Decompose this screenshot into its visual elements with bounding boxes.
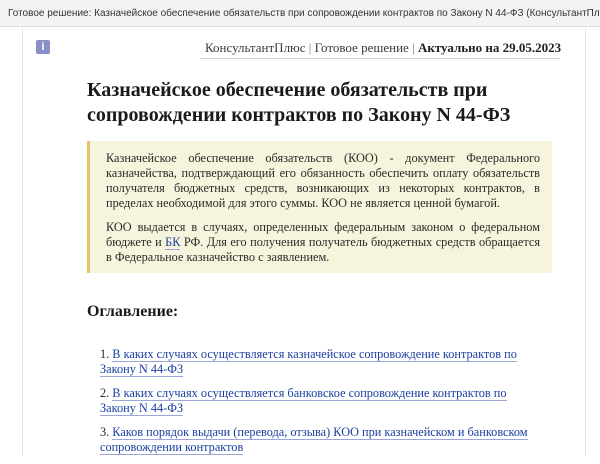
header-separator: | bbox=[412, 40, 415, 55]
bk-link[interactable]: БК bbox=[165, 235, 181, 250]
summary-paragraph-2: КОО выдается в случаях, определенных фед… bbox=[106, 220, 540, 265]
summary-box: Казначейское обеспечение обязательств (К… bbox=[87, 141, 552, 273]
table-of-contents: 1. В каких случаях осуществляется казнач… bbox=[100, 347, 540, 464]
toc-item-number: 1. bbox=[100, 347, 113, 361]
toc-item: 1. В каких случаях осуществляется казнач… bbox=[100, 347, 540, 377]
toc-item-number: 2. bbox=[100, 386, 113, 400]
summary-paragraph-1: Казначейское обеспечение обязательств (К… bbox=[106, 151, 540, 210]
toc-item-link[interactable]: В каких случаях осуществляется казначейс… bbox=[100, 347, 517, 377]
window-title: Готовое решение: Казначейское обеспечени… bbox=[8, 8, 600, 19]
toc-item-number: 3. bbox=[100, 425, 113, 439]
source-label: КонсультантПлюс bbox=[205, 40, 306, 55]
header-divider bbox=[200, 58, 560, 59]
toc-title: Оглавление: bbox=[87, 303, 179, 320]
info-icon[interactable]: i bbox=[36, 40, 50, 54]
document-title: Казначейское обеспечение обязательств пр… bbox=[87, 79, 511, 126]
toc-item-link[interactable]: Каков порядок выдачи (перевода, отзыва) … bbox=[100, 425, 528, 455]
doc-type-label: Готовое решение bbox=[314, 40, 409, 55]
header-separator: | bbox=[308, 40, 312, 55]
toc-item-link[interactable]: В каких случаях осуществляется банковско… bbox=[100, 386, 507, 416]
document-header: КонсультантПлюс | Готовое решение | Акту… bbox=[205, 40, 585, 56]
toc-item: 3. Каков порядок выдачи (перевода, отзыв… bbox=[100, 425, 540, 455]
right-margin-line bbox=[585, 28, 586, 456]
window-title-bar: Готовое решение: Казначейское обеспечени… bbox=[0, 0, 600, 27]
left-margin-line bbox=[22, 28, 23, 456]
actual-date-label: Актуально на 29.05.2023 bbox=[417, 40, 562, 55]
toc-item: 2. В каких случаях осуществляется банков… bbox=[100, 386, 540, 416]
